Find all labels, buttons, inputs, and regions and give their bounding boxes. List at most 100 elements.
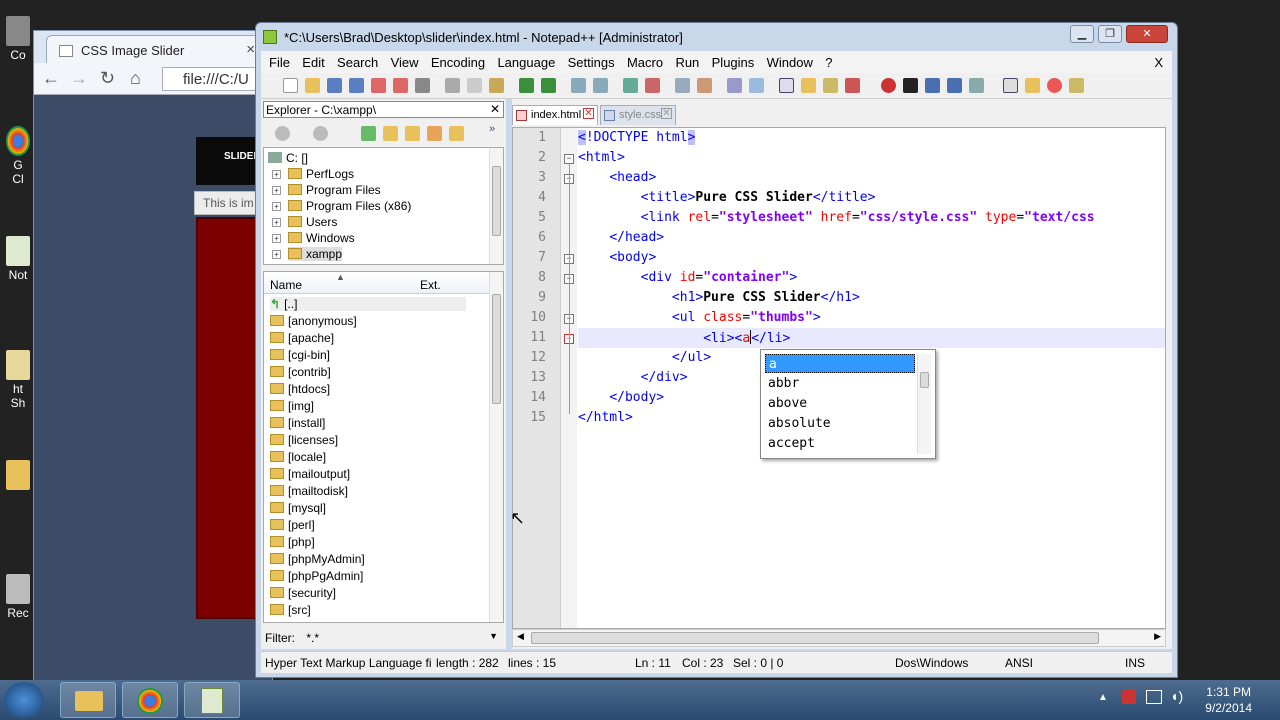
menu-settings[interactable]: Settings [560,51,615,70]
list-item[interactable]: [php] [270,535,315,549]
list-item[interactable]: [htdocs] [270,382,330,396]
run-macro-multiple-icon[interactable] [947,78,962,93]
scroll-right-icon[interactable]: ▶ [1154,631,1161,642]
replace-icon[interactable] [593,78,608,93]
explorer-forward-icon[interactable] [313,126,328,141]
playback-macro-icon[interactable] [925,78,940,93]
scrollbar-thumb[interactable] [492,294,501,404]
save-icon[interactable] [327,78,342,93]
document-map-icon[interactable] [823,78,838,93]
expand-icon[interactable]: + [272,234,281,243]
horizontal-scrollbar[interactable]: ◀ ▶ [512,629,1166,647]
list-item[interactable]: [security] [270,586,336,600]
desktop-icon-folder[interactable] [4,460,32,492]
sync-horizontal-icon[interactable] [697,78,712,93]
list-item[interactable]: [mysql] [270,501,326,515]
autocomplete-item[interactable]: absolute [765,414,915,433]
tree-item-perflogs[interactable]: PerfLogs [288,167,354,181]
favorites-icon[interactable] [427,126,442,141]
list-item[interactable]: [cgi-bin] [270,348,330,362]
expand-icon[interactable]: + [272,170,281,179]
taskbar-explorer-button[interactable] [60,682,116,718]
reload-icon[interactable]: ↻ [100,68,115,89]
menu-plugins[interactable]: Plugins [704,51,755,70]
overflow-chevron-icon[interactable]: » [489,123,495,135]
desktop-icon-computer[interactable]: Co [4,16,32,62]
close-tab-icon[interactable]: ✕ [661,108,672,119]
menu-encoding[interactable]: Encoding [423,51,485,70]
filter-input[interactable]: *.* [306,631,319,645]
taskbar-chrome-button[interactable] [122,682,178,718]
column-header-name[interactable]: Name [270,278,302,292]
forward-arrow-icon[interactable]: → [70,68,88,89]
spell-check-icon[interactable] [1003,78,1018,93]
list-item[interactable]: [install] [270,416,325,430]
desktop-icon-notepadpp[interactable]: Not [4,236,32,282]
indent-guide-icon[interactable] [779,78,794,93]
list-item[interactable]: [phpPgAdmin] [270,569,363,583]
tree-item-windows[interactable]: Windows [288,231,355,245]
new-folder-icon[interactable] [383,126,398,141]
close-document-button[interactable]: X [1146,51,1163,70]
menu-edit[interactable]: Edit [294,51,324,70]
list-item[interactable]: [anonymous] [270,314,357,328]
print-icon[interactable] [415,78,430,93]
save-all-icon[interactable] [349,78,364,93]
filter-dropdown-icon[interactable]: ▼ [489,631,498,641]
desktop-icon-recycle-bin[interactable]: Rec [4,574,32,620]
close-file-icon[interactable] [371,78,386,93]
refresh-folder-icon[interactable] [449,126,464,141]
action-center-icon[interactable] [1122,690,1136,704]
menu-window[interactable]: Window [759,51,813,70]
close-window-button[interactable]: ✕ [1126,25,1168,43]
expand-icon[interactable]: + [272,250,281,259]
system-clock[interactable]: 1:31 PM 9/2/2014 [1205,684,1252,716]
menu-run[interactable]: Run [667,51,699,70]
tree-item-program-files[interactable]: Program Files [288,183,381,197]
list-item[interactable]: [img] [270,399,314,413]
maximize-button[interactable]: ❐ [1098,25,1122,43]
undo-icon[interactable] [519,78,534,93]
autocomplete-scrollbar[interactable] [917,354,931,454]
list-item-up[interactable]: ↰ [..] [270,297,466,311]
scroll-left-icon[interactable]: ◀ [517,631,524,642]
new-file-icon[interactable] [361,126,376,141]
browser-tab[interactable]: CSS Image Slider × [46,35,266,63]
list-item[interactable]: [src] [270,603,311,617]
menu-file[interactable]: File [261,51,290,70]
expand-icon[interactable]: + [272,202,281,211]
folder-explorer-icon[interactable] [1069,78,1084,93]
redo-icon[interactable] [541,78,556,93]
open-file-icon[interactable] [305,78,320,93]
list-item[interactable]: [licenses] [270,433,338,447]
tree-item-xampp[interactable]: xampp [288,247,343,261]
menu-help[interactable]: ? [817,51,832,70]
list-item[interactable]: [locale] [270,450,326,464]
network-icon[interactable] [1146,690,1162,704]
spell-options-icon[interactable] [1025,78,1040,93]
sync-vertical-icon[interactable] [675,78,690,93]
start-button[interactable] [4,682,44,718]
zoom-in-icon[interactable] [623,78,638,93]
expand-icon[interactable]: + [272,186,281,195]
function-list-icon[interactable] [845,78,860,93]
scrollbar-thumb[interactable] [920,372,929,388]
home-icon[interactable]: ⌂ [130,68,141,89]
list-item[interactable]: [perl] [270,518,315,532]
taskbar-notepadpp-button[interactable] [184,682,240,718]
window-titlebar[interactable]: *C:\Users\Brad\Desktop\slider\index.html… [256,23,1177,51]
volume-icon[interactable]: ◖) [1170,688,1183,704]
zoom-out-icon[interactable] [645,78,660,93]
file-list-scrollbar[interactable] [489,272,503,622]
tree-item-program-files-x86[interactable]: Program Files (x86) [288,199,411,213]
tree-scrollbar[interactable] [489,148,503,264]
find-icon[interactable] [571,78,586,93]
close-all-icon[interactable] [393,78,408,93]
stop-recording-icon[interactable] [903,78,918,93]
menu-language[interactable]: Language [489,51,555,70]
cut-icon[interactable] [445,78,460,93]
list-item[interactable]: [mailtodisk] [270,484,348,498]
open-folder-icon[interactable] [405,126,420,141]
user-language-icon[interactable] [801,78,816,93]
minimize-button[interactable]: ▁ [1070,25,1094,43]
